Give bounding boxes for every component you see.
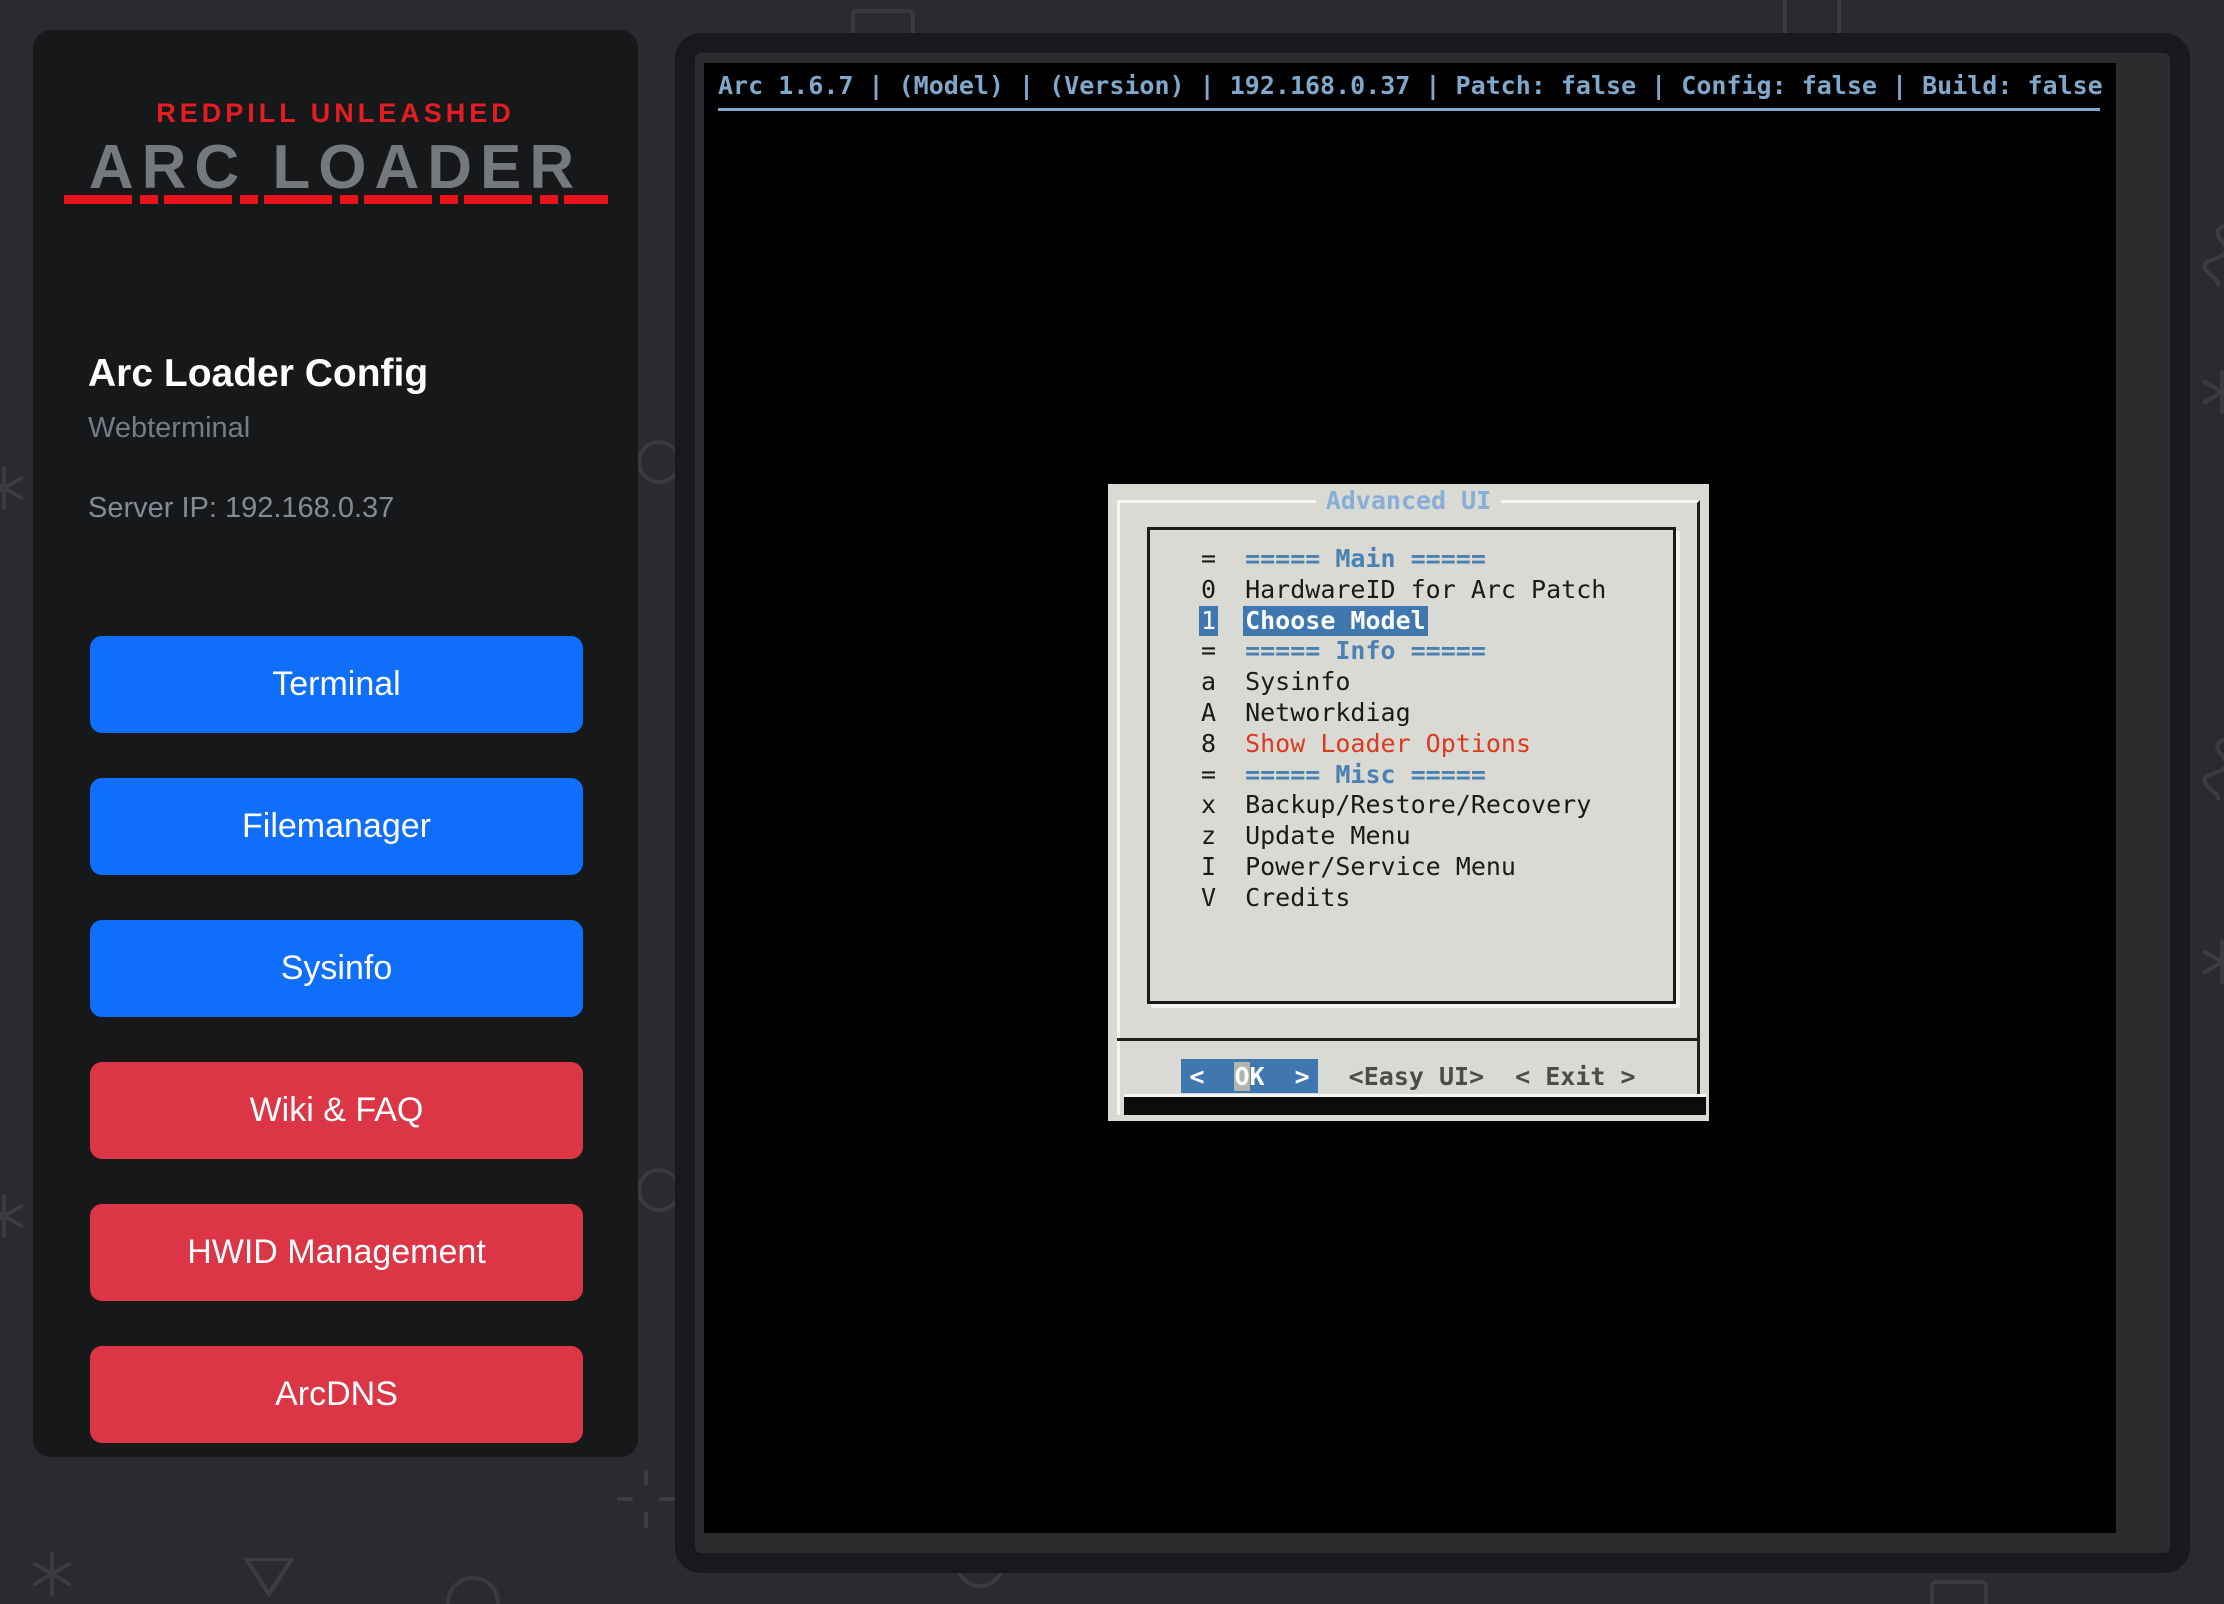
menu-item-label: ===== Info ===== (1243, 636, 1488, 667)
sidebar-button[interactable]: Filemanager (90, 778, 583, 875)
sidebar-panel: REDPILL UNLEASHED ARC LOADER Arc Loader … (33, 30, 638, 1457)
decor-square (1930, 1580, 1988, 1604)
sidebar-button-group: Terminal Filemanager Sysinfo Wiki & FAQ … (90, 636, 583, 1488)
page-subtitle: Webterminal (88, 412, 250, 445)
dialog-menu-box: = ===== Main ===== 0 HardwareID for Arc … (1147, 527, 1676, 1004)
dialog-separator (1117, 1038, 1700, 1041)
ok-button[interactable]: <OK> (1181, 1059, 1317, 1093)
dialog-menu-item[interactable]: 8 Show Loader Options (1150, 729, 1673, 760)
terminal-statusbar-rule (718, 108, 2100, 111)
logo-underline (64, 195, 608, 204)
page-title: Arc Loader Config (88, 352, 428, 396)
server-ip-label: Server IP: 192.168.0.37 (88, 492, 394, 525)
sidebar-button[interactable]: Terminal (90, 636, 583, 733)
dialog-menu-item[interactable]: 0 HardwareID for Arc Patch (1150, 575, 1673, 606)
dialog-menu-item[interactable]: I Power/Service Menu (1150, 852, 1673, 883)
dialog-button[interactable]: <Easy UI> (1349, 1059, 1484, 1093)
dialog-title: Advanced UI (1108, 486, 1709, 515)
advanced-ui-dialog: Advanced UI = ===== Main ===== 0 Hardwar… (1108, 484, 1709, 1121)
decor-triangle (243, 1558, 295, 1598)
menu-item-key: 8 (1199, 729, 1218, 760)
decor-squiggle (2190, 222, 2224, 293)
menu-item-key: = (1199, 760, 1218, 791)
menu-item-label: Choose Model (1243, 606, 1428, 637)
dialog-menu-item[interactable]: V Credits (1150, 883, 1673, 914)
dialog-menu-item[interactable]: = ===== Misc ===== (1150, 760, 1673, 791)
menu-item-label: ===== Misc ===== (1243, 760, 1488, 791)
decor-star (0, 1194, 26, 1238)
logo-tagline: REDPILL UNLEASHED (33, 98, 638, 129)
menu-item-label: Show Loader Options (1243, 729, 1533, 760)
menu-item-label: ===== Main ===== (1243, 544, 1488, 575)
menu-item-label: Credits (1243, 883, 1352, 914)
menu-item-key: = (1199, 636, 1218, 667)
dialog-menu-item[interactable]: = ===== Info ===== (1150, 636, 1673, 667)
dialog-menu-item[interactable]: = ===== Main ===== (1150, 544, 1673, 575)
sidebar-button[interactable]: Wiki & FAQ (90, 1062, 583, 1159)
page: REDPILL UNLEASHED ARC LOADER Arc Loader … (0, 0, 2224, 1604)
dialog-menu-item[interactable]: a Sysinfo (1150, 667, 1673, 698)
logo-title: ARC LOADER (33, 132, 638, 203)
sidebar-button[interactable]: ArcDNS (90, 1346, 583, 1443)
menu-item-label: HardwareID for Arc Patch (1243, 575, 1608, 606)
terminal-cursor: O (1234, 1062, 1249, 1091)
menu-item-key: a (1199, 667, 1218, 698)
dialog-menu-item[interactable]: x Backup/Restore/Recovery (1150, 790, 1673, 821)
dialog-menu-item[interactable]: A Networkdiag (1150, 698, 1673, 729)
dialog-menu-item[interactable]: z Update Menu (1150, 821, 1673, 852)
menu-item-key: 0 (1199, 575, 1218, 606)
menu-item-key: = (1199, 544, 1218, 575)
menu-item-label: Power/Service Menu (1243, 852, 1518, 883)
menu-item-key: 1 (1199, 606, 1218, 637)
sidebar-button[interactable]: Sysinfo (90, 920, 583, 1017)
terminal-statusbar: Arc 1.6.7 | (Model) | (Version) | 192.16… (718, 67, 2100, 105)
sidebar-button[interactable]: HWID Management (90, 1204, 583, 1301)
dialog-secondary-buttons: <Easy UI> < Exit > (1349, 1059, 1636, 1093)
menu-item-label: Networkdiag (1243, 698, 1413, 729)
decor-circle (446, 1576, 500, 1604)
menu-item-label: Sysinfo (1243, 667, 1352, 698)
menu-item-key: A (1199, 698, 1218, 729)
dialog-menu-item[interactable]: 1 Choose Model (1150, 606, 1673, 637)
menu-item-label: Backup/Restore/Recovery (1243, 790, 1593, 821)
dialog-button-row: <OK> <Easy UI> < Exit > (1108, 1058, 1709, 1094)
menu-item-label: Update Menu (1243, 821, 1413, 852)
decor-squiggle (2190, 736, 2224, 807)
menu-item-key: z (1199, 821, 1218, 852)
dialog-bottom-border (1124, 1094, 1706, 1115)
decor-star (0, 466, 26, 510)
dialog-button[interactable]: < Exit > (1515, 1059, 1635, 1093)
menu-item-key: V (1199, 883, 1218, 914)
decor-star (2200, 370, 2224, 414)
decor-crosshair (617, 1470, 675, 1528)
decor-star (30, 1552, 74, 1596)
menu-item-key: x (1199, 790, 1218, 821)
decor-star (2200, 940, 2224, 984)
menu-item-key: I (1199, 852, 1218, 883)
